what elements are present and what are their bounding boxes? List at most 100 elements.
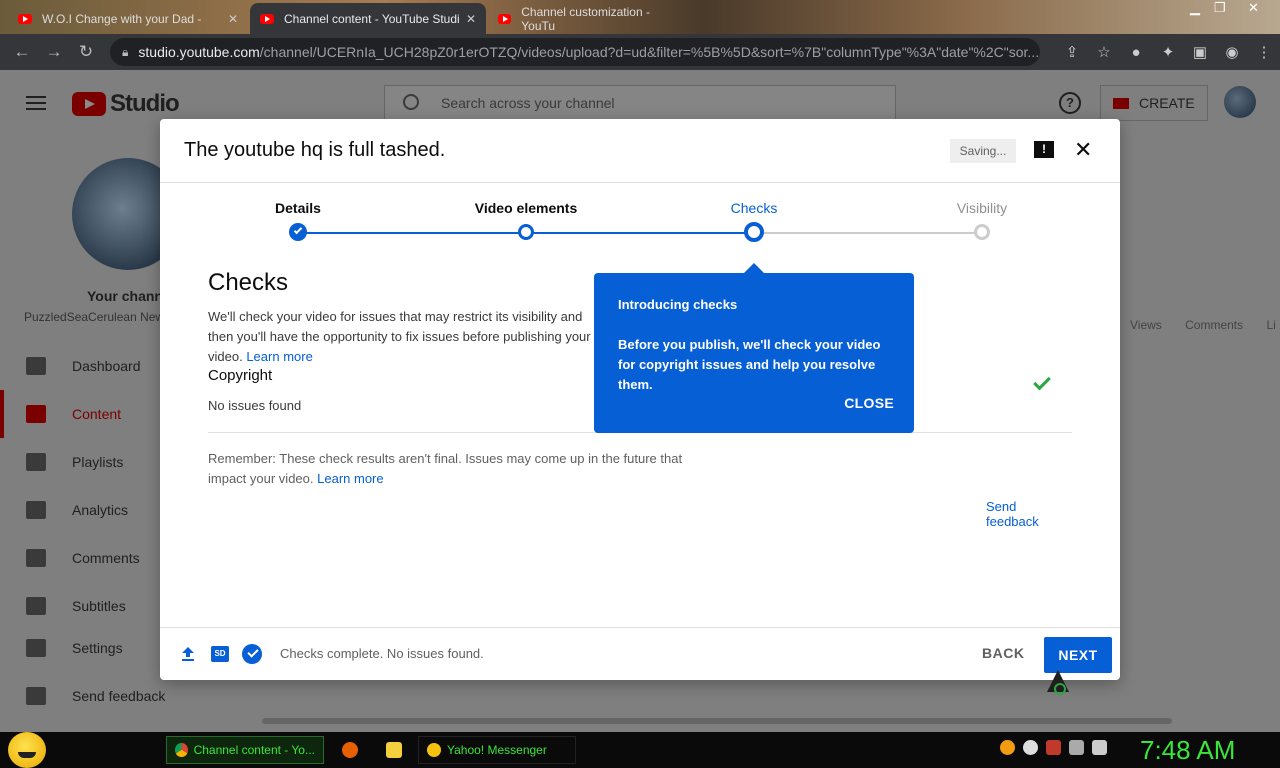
report-feedback-icon[interactable]: ! bbox=[1034, 141, 1054, 158]
yahoo-tray-icon[interactable] bbox=[1023, 740, 1038, 755]
account-avatar[interactable] bbox=[1224, 86, 1256, 118]
file-explorer-icon[interactable] bbox=[386, 742, 402, 758]
taskbar-item-label: Yahoo! Messenger bbox=[447, 743, 547, 757]
minimize-icon[interactable]: ▁ bbox=[1190, 0, 1200, 16]
sidebar-item-label: Dashboard bbox=[72, 358, 141, 374]
side-panel-icon[interactable]: ▣ bbox=[1184, 43, 1216, 61]
search-tray-icon[interactable] bbox=[1000, 740, 1015, 755]
browser-tab-3[interactable]: Channel customization - YouTu bbox=[488, 3, 688, 34]
sidebar-item-label: Send feedback bbox=[72, 688, 166, 704]
system-tray bbox=[1000, 740, 1107, 755]
step-details-label[interactable]: Details bbox=[275, 200, 321, 216]
step-visibility-label[interactable]: Visibility bbox=[957, 200, 1007, 216]
address-bar: ← → ↻ 🔒︎ studio.youtube.com/channel/UCER… bbox=[0, 34, 1280, 70]
menu-dots-icon[interactable]: ⋮ bbox=[1248, 43, 1280, 61]
create-button[interactable]: CREATE bbox=[1100, 85, 1208, 121]
profile-avatar-icon[interactable]: ◉ bbox=[1216, 43, 1248, 61]
sidebar-item-label: Content bbox=[72, 406, 122, 422]
dialog-title: The youtube hq is full tashed. bbox=[184, 139, 446, 161]
search-placeholder: Search across your channel bbox=[441, 95, 615, 111]
video-camera-icon bbox=[1113, 97, 1129, 109]
youtube-favicon-icon bbox=[18, 13, 32, 24]
browser-tab-strip: W.O.I Change with your Dad - ✕ Channel c… bbox=[0, 0, 1280, 34]
checks-complete-icon[interactable] bbox=[242, 644, 262, 664]
dashboard-icon bbox=[26, 357, 46, 375]
help-icon[interactable]: ? bbox=[1059, 92, 1081, 114]
popover-title: Introducing checks bbox=[618, 297, 738, 312]
forward-arrow-icon[interactable]: → bbox=[38, 42, 70, 62]
youtube-favicon-icon bbox=[498, 13, 512, 24]
dialog-footer: SD Checks complete. No issues found. BAC… bbox=[160, 627, 1120, 680]
taskbar-item-chrome[interactable]: Channel content - Yo... bbox=[166, 736, 324, 764]
sidebar-item-label: Settings bbox=[72, 640, 123, 656]
step-checks-label[interactable]: Checks bbox=[731, 200, 778, 216]
browser-tab-1[interactable]: W.O.I Change with your Dad - ✕ bbox=[8, 3, 248, 34]
subtitles-icon bbox=[26, 597, 46, 615]
popover-close-button[interactable]: CLOSE bbox=[844, 395, 894, 411]
playlists-icon bbox=[26, 453, 46, 471]
checks-description: We'll check your video for issues that m… bbox=[208, 307, 608, 367]
reload-icon[interactable]: ↻ bbox=[70, 42, 102, 62]
close-tab-icon[interactable]: ✕ bbox=[228, 12, 238, 26]
restore-icon[interactable]: ❐ bbox=[1214, 0, 1226, 16]
bookmark-star-icon[interactable]: ☆ bbox=[1088, 43, 1120, 61]
studio-logo[interactable]: Studio bbox=[72, 90, 180, 118]
send-feedback-link[interactable]: Send feedback bbox=[986, 499, 1072, 529]
learn-more-link[interactable]: Learn more bbox=[317, 471, 383, 486]
volume-icon[interactable] bbox=[1092, 740, 1107, 755]
upload-icon[interactable] bbox=[180, 646, 196, 662]
tab-title: W.O.I Change with your Dad - bbox=[42, 11, 202, 26]
youtube-favicon-icon bbox=[260, 13, 274, 24]
step-video-elements-label[interactable]: Video elements bbox=[475, 200, 577, 216]
search-input[interactable]: Search across your channel bbox=[384, 85, 896, 121]
extensions-puzzle-icon[interactable]: ✦ bbox=[1152, 43, 1184, 61]
popover-body: Before you publish, we'll check your vid… bbox=[618, 337, 881, 392]
firefox-icon[interactable] bbox=[342, 742, 358, 758]
taskbar-item-yahoo-messenger[interactable]: Yahoo! Messenger bbox=[418, 736, 576, 764]
taskbar-clock[interactable]: 7:48 AM bbox=[1140, 732, 1235, 768]
hamburger-menu-icon[interactable] bbox=[26, 96, 46, 110]
horizontal-scrollbar[interactable] bbox=[262, 718, 1172, 724]
analytics-icon bbox=[26, 501, 46, 519]
close-tab-icon[interactable]: ✕ bbox=[466, 12, 476, 26]
upload-stepper: Details Video elements Checks Visibility bbox=[160, 183, 1120, 253]
table-column-headers: Views Comments Li bbox=[1130, 318, 1276, 332]
close-window-icon[interactable]: ✕ bbox=[1248, 0, 1259, 16]
yahoo-messenger-icon bbox=[427, 743, 441, 757]
feedback-icon bbox=[26, 687, 46, 705]
create-label: CREATE bbox=[1139, 95, 1195, 111]
network-icon[interactable] bbox=[1069, 740, 1084, 755]
copyright-heading: Copyright bbox=[208, 367, 273, 384]
remember-text: Remember: These check results aren't fin… bbox=[208, 451, 683, 486]
close-dialog-icon[interactable]: ✕ bbox=[1074, 139, 1092, 161]
youtube-logo-icon bbox=[72, 92, 106, 116]
content-icon bbox=[26, 405, 46, 423]
channel-name: PuzzledSeaCerulean Newt bbox=[24, 310, 168, 324]
action-center-icon[interactable] bbox=[1046, 740, 1061, 755]
learn-more-link[interactable]: Learn more bbox=[246, 349, 312, 364]
step-details-check-icon[interactable] bbox=[289, 223, 307, 241]
stepper-remaining-line bbox=[754, 232, 982, 234]
settings-icon bbox=[26, 639, 46, 657]
chrome-icon bbox=[175, 743, 188, 757]
url-input[interactable]: 🔒︎ studio.youtube.com/channel/UCERnIa_UC… bbox=[110, 38, 1040, 66]
sd-quality-icon[interactable]: SD bbox=[211, 646, 229, 662]
remember-note: Remember: These check results aren't fin… bbox=[208, 449, 698, 489]
start-button-smiley-icon[interactable] bbox=[8, 732, 46, 768]
sidebar-item-label: Subtitles bbox=[72, 598, 126, 614]
step-video-elements-dot[interactable] bbox=[518, 224, 534, 240]
profile-extension-icon[interactable]: ● bbox=[1120, 44, 1152, 61]
share-icon[interactable]: ⇪ bbox=[1056, 43, 1088, 61]
lock-icon: 🔒︎ bbox=[122, 44, 129, 59]
back-arrow-icon[interactable]: ← bbox=[6, 42, 38, 62]
step-checks-dot[interactable] bbox=[744, 222, 764, 242]
step-visibility-dot[interactable] bbox=[974, 224, 990, 240]
browser-tab-2[interactable]: Channel content - YouTube Studi ✕ bbox=[250, 3, 486, 34]
tab-title: Channel content - YouTube Studi bbox=[284, 11, 460, 26]
back-button[interactable]: BACK bbox=[982, 645, 1024, 661]
tab-title: Channel customization - YouTu bbox=[521, 4, 650, 33]
next-button[interactable]: NEXT bbox=[1044, 637, 1112, 673]
taskbar-item-label: Channel content - Yo... bbox=[193, 743, 315, 757]
dialog-header: The youtube hq is full tashed. Saving...… bbox=[160, 119, 1120, 183]
studio-logo-text: Studio bbox=[110, 90, 180, 117]
